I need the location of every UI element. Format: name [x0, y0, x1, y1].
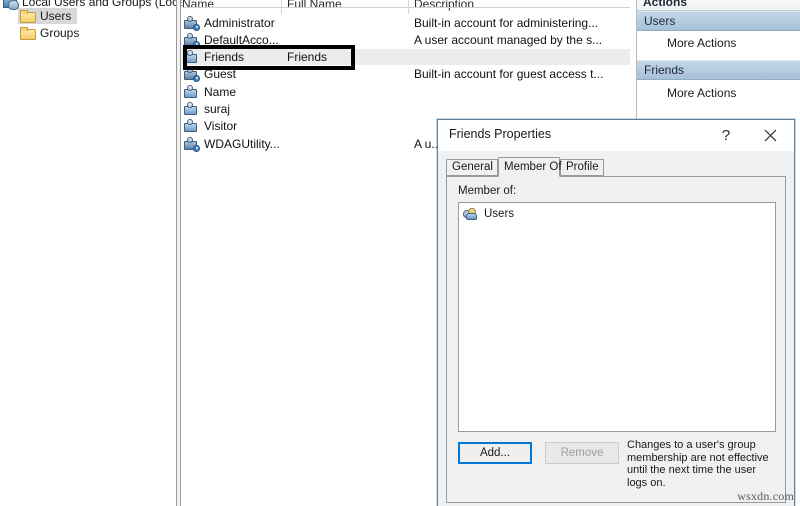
watermark: wsxdn.com — [737, 489, 794, 503]
user-account-icon — [184, 102, 199, 116]
list-item[interactable]: Users — [463, 207, 514, 221]
tree-item-label-groups: Groups — [40, 26, 80, 40]
user-account-icon — [184, 67, 200, 82]
list-column-header: Name Full Name Description — [182, 0, 630, 14]
tab-profile[interactable]: Profile — [560, 159, 604, 176]
cell-name: suraj — [204, 102, 231, 116]
user-account-icon — [184, 33, 200, 48]
column-header-name[interactable]: Name — [182, 0, 214, 11]
action-more-actions-users[interactable]: More Actions — [637, 33, 800, 53]
member-of-label: Member of: — [458, 185, 517, 197]
actions-group-header-friends: Friends — [637, 60, 800, 80]
console-tree-pane: Local Users and Groups (Local) Users Gro… — [0, 0, 191, 506]
cell-name: Visitor — [204, 119, 238, 133]
cell-description: Built-in account for guest access t... — [414, 67, 604, 81]
table-row[interactable]: Administrator Built-in account for admin… — [182, 15, 630, 31]
dialog-title: Friends Properties — [449, 127, 552, 141]
table-row[interactable]: suraj — [182, 101, 630, 117]
close-icon[interactable] — [750, 120, 790, 150]
dialog-body: General Member Of Profile Member of: Use… — [438, 151, 794, 506]
group-icon — [463, 207, 479, 221]
tree-item-users[interactable]: Users — [18, 8, 78, 24]
screen-root: Local Users and Groups (Local) Users Gro… — [0, 0, 800, 506]
tree-item-label-users: Users — [40, 9, 72, 23]
folder-icon — [20, 10, 36, 23]
tree-item-groups[interactable]: Groups — [18, 25, 85, 41]
user-account-icon — [184, 50, 199, 64]
remove-button: Remove — [545, 442, 619, 464]
membership-note: Changes to a user's group membership are… — [627, 439, 769, 489]
cell-name: Administrator — [204, 16, 275, 30]
user-account-icon — [184, 85, 199, 99]
tab-general[interactable]: General — [446, 159, 498, 176]
cell-name: Friends — [204, 50, 245, 64]
user-account-icon — [184, 137, 200, 152]
tab-page-member-of: Member of: Users Add... Remove Changes t… — [446, 176, 786, 503]
cell-description: Built-in account for administering... — [414, 16, 599, 30]
cell-full-name: Friends — [287, 50, 328, 64]
table-row-selected[interactable]: Friends Friends — [182, 49, 630, 65]
tab-member-of[interactable]: Member Of — [498, 157, 562, 177]
column-header-description[interactable]: Description — [414, 0, 474, 11]
user-account-icon — [184, 16, 200, 31]
folder-icon — [20, 27, 36, 40]
cell-description: A user account managed by the s... — [414, 33, 603, 47]
header-underline — [182, 7, 630, 8]
actions-group-header-users: Users — [637, 11, 800, 31]
console-root-icon — [2, 0, 19, 10]
add-button[interactable]: Add... — [458, 442, 532, 464]
table-row[interactable]: DefaultAcco... A user account managed by… — [182, 32, 630, 48]
user-account-icon — [184, 119, 199, 133]
member-of-listbox[interactable]: Users — [458, 202, 776, 432]
dialog-title-bar[interactable]: Friends Properties ? — [438, 120, 794, 151]
table-row[interactable]: Name — [182, 84, 630, 100]
table-row[interactable]: Guest Built-in account for guest access … — [182, 66, 630, 82]
friends-properties-dialog: Friends Properties ? General Member Of P… — [437, 119, 795, 506]
cell-name: Name — [204, 85, 237, 99]
action-more-actions-friends[interactable]: More Actions — [637, 83, 800, 103]
list-item-label: Users — [484, 208, 515, 220]
cell-name: DefaultAcco... — [204, 33, 279, 47]
column-header-full-name[interactable]: Full Name — [287, 0, 342, 11]
pane-splitter[interactable] — [176, 0, 181, 506]
actions-pane-title: Actions — [637, 0, 800, 11]
cell-name: Guest — [204, 67, 237, 81]
cell-name: WDAGUtility... — [204, 137, 280, 151]
help-icon[interactable]: ? — [706, 120, 746, 150]
